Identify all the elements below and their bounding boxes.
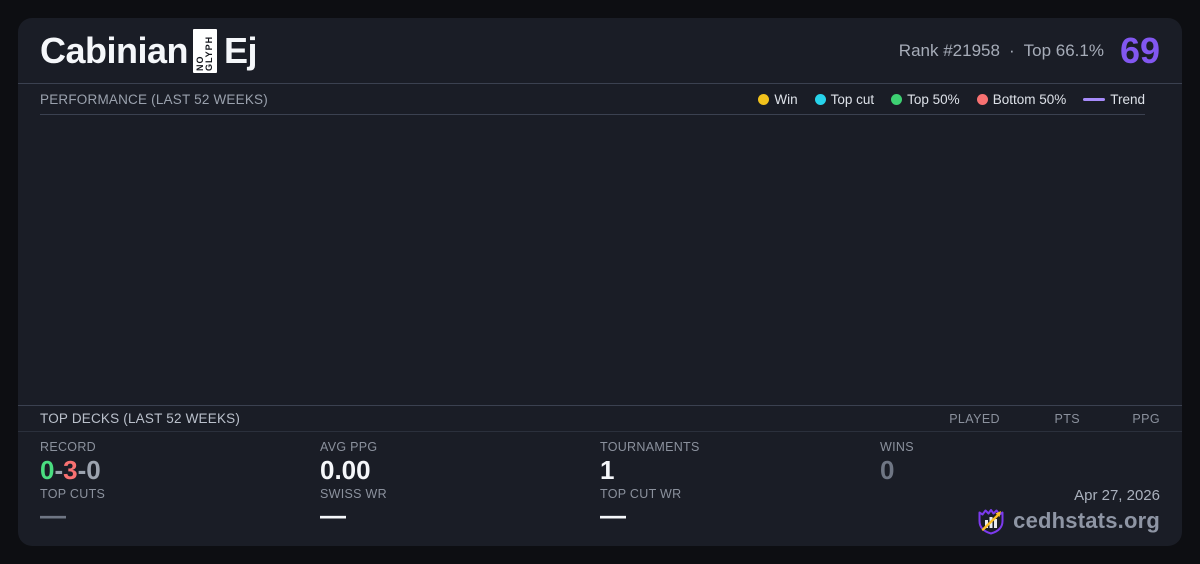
legend-item-bottom50: Bottom 50% [976, 92, 1066, 107]
stat-tournaments: TOURNAMENTS 1 [600, 440, 880, 487]
rank-summary: Rank #21958 · Top 66.1% 69 [898, 29, 1160, 71]
player-name-prefix: Cabinian [40, 29, 189, 71]
missing-glyph-box: NO GLYPH [193, 28, 218, 73]
percentile: Top 66.1% [1023, 40, 1104, 60]
player-name: Cabinian NO GLYPH Ej [40, 28, 258, 73]
stat-swiss-wr: SWISS WR — [320, 487, 600, 536]
record-wins: 0 [40, 455, 55, 485]
record-losses: 3 [63, 455, 78, 485]
player-stats-card: Cabinian NO GLYPH Ej Rank #21958 · Top 6… [18, 18, 1182, 546]
record-value: 0-3-0 [40, 455, 101, 485]
trend-line-icon [1083, 97, 1106, 101]
card-date: Apr 27, 2026 [1074, 487, 1160, 504]
win-dot-icon [758, 93, 770, 105]
brand-row: cedhstats.org [976, 506, 1160, 536]
chart-legend: Win Top cut Top 50% Bottom 50% Trend [758, 92, 1145, 107]
top50-dot-icon [891, 93, 903, 105]
stat-record: RECORD 0-3-0 [40, 440, 320, 487]
legend-item-win: Win [758, 92, 798, 107]
stat-avg-ppg: AVG PPG 0.00 [320, 440, 600, 487]
stat-top-cuts: TOP CUTS — [40, 487, 320, 536]
brand-name: cedhstats.org [1013, 508, 1160, 533]
separator-dot: · [1008, 40, 1015, 60]
top-cut-wr-value: — [600, 500, 626, 530]
stats-grid: RECORD 0-3-0 AVG PPG 0.00 TOURNAMENTS 1 … [18, 432, 1182, 546]
card-footer: Apr 27, 2026 cedhstats.org [880, 487, 1160, 536]
top-decks-columns: PLAYED PTS PPG [920, 412, 1160, 426]
swiss-wr-value: — [320, 500, 346, 530]
stat-top-cut-wr: TOP CUT WR — [600, 487, 880, 536]
bottom50-dot-icon [976, 93, 988, 105]
cedhstats-shield-logo-icon [978, 509, 1004, 535]
player-score: 69 [1119, 29, 1160, 71]
legend-item-top50: Top 50% [891, 92, 960, 107]
card-header: Cabinian NO GLYPH Ej Rank #21958 · Top 6… [18, 18, 1182, 84]
rank-number: Rank #21958 [898, 40, 1000, 60]
column-ppg: PPG [1132, 411, 1160, 426]
top-cuts-value: — [40, 500, 66, 530]
performance-header: PERFORMANCE (LAST 52 WEEKS) Win Top cut … [40, 84, 1145, 115]
legend-item-top-cut: Top cut [814, 92, 874, 107]
top-cut-dot-icon [814, 93, 826, 105]
legend-item-trend: Trend [1083, 92, 1145, 107]
tournaments-value: 1 [600, 455, 615, 485]
performance-chart [18, 115, 1182, 405]
top-decks-header: TOP DECKS (LAST 52 WEEKS) PLAYED PTS PPG [18, 405, 1182, 432]
record-draws: 0 [86, 455, 101, 485]
top-decks-heading: TOP DECKS (LAST 52 WEEKS) [40, 411, 241, 426]
stat-wins: WINS 0 [880, 440, 1160, 487]
column-played: PLAYED [949, 411, 1000, 426]
player-name-suffix: Ej [224, 29, 258, 71]
column-pts: PTS [1054, 411, 1080, 426]
wins-value: 0 [880, 455, 895, 485]
avg-ppg-value: 0.00 [320, 455, 371, 485]
performance-heading: PERFORMANCE (LAST 52 WEEKS) [40, 91, 268, 107]
